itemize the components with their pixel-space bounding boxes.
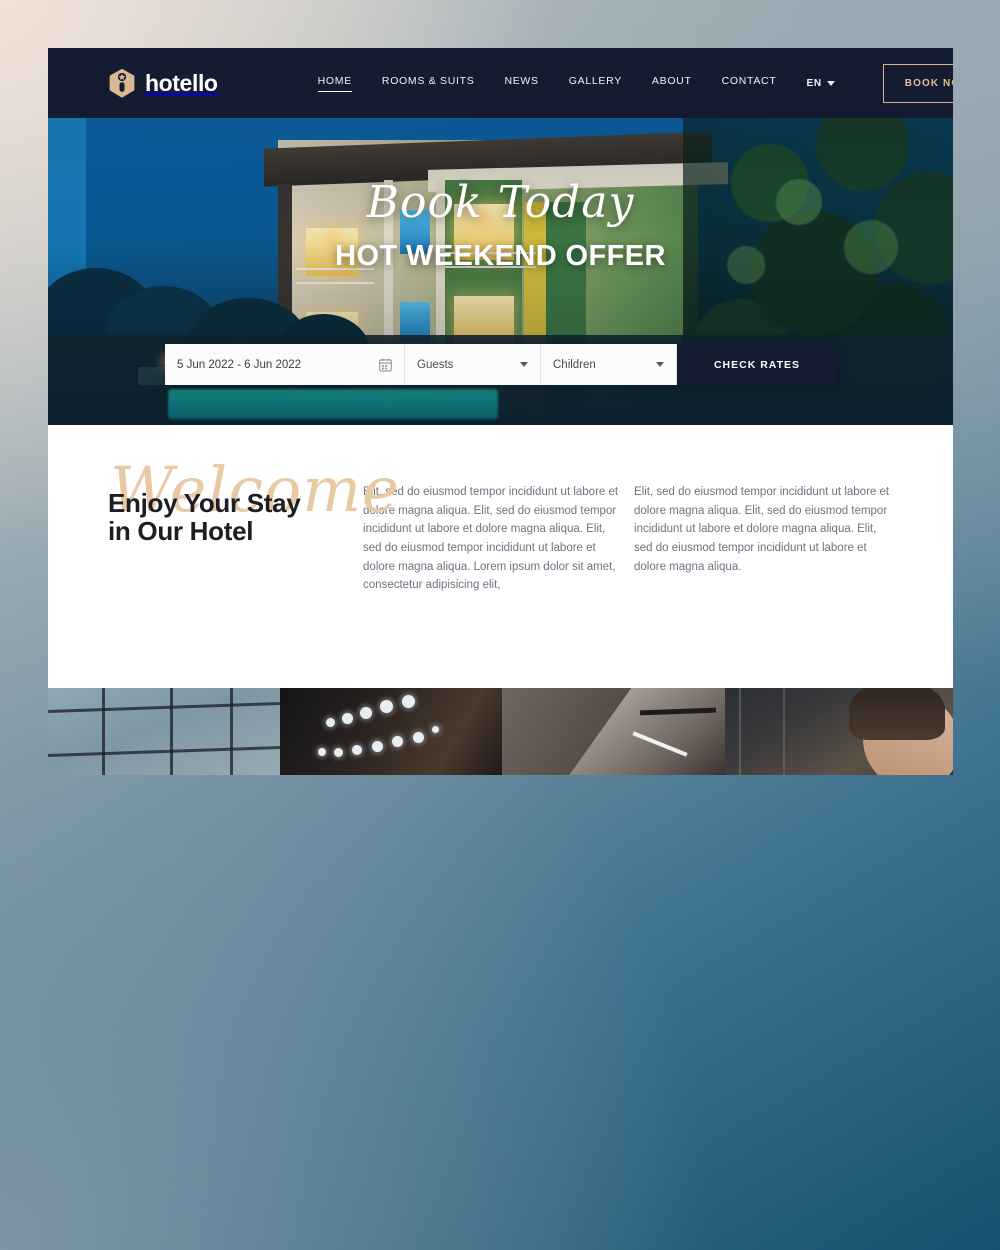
date-range-value: 5 Jun 2022 - 6 Jun 2022 [177, 358, 302, 371]
hero-title: HOT WEEKEND OFFER [335, 240, 666, 273]
welcome-paragraph-1: Elit, sed do eiusmod tempor incididunt u… [363, 486, 619, 592]
language-switcher[interactable]: EN [806, 77, 835, 89]
nav-item-rooms-suits[interactable]: ROOMS & SUITS [382, 75, 475, 92]
nav-item-home[interactable]: HOME [317, 75, 352, 92]
brand-name: hotello [145, 69, 218, 96]
book-now-button[interactable]: BOOK NOW [882, 63, 953, 103]
date-range-field[interactable]: 5 Jun 2022 - 6 Jun 2022 [165, 344, 405, 385]
gallery-item-lounge-lights[interactable] [280, 688, 502, 775]
children-value: Children [553, 358, 596, 371]
language-label: EN [806, 77, 822, 89]
gallery-item-woman-portrait[interactable] [725, 688, 953, 775]
site-header: hotello HOME ROOMS & SUITS NEWS GALLERY … [48, 48, 953, 118]
nav-item-gallery[interactable]: GALLERY [569, 75, 622, 92]
welcome-heading-line2: in Our Hotel [108, 516, 254, 547]
guests-select[interactable]: Guests [405, 344, 541, 385]
welcome-heading-line1: Enjoy Your Stay [108, 488, 301, 518]
welcome-paragraph-2: Elit, sed do eiusmod tempor incididunt u… [634, 486, 890, 573]
booking-bar: 5 Jun 2022 - 6 Jun 2022 Guests Children … [165, 344, 837, 385]
main-nav: HOME ROOMS & SUITS NEWS GALLERY ABOUT CO… [317, 75, 777, 92]
welcome-section: Welcome Enjoy Your Stay in Our Hotel Eli… [48, 425, 953, 688]
nav-item-contact[interactable]: CONTACT [722, 75, 777, 92]
nav-item-about[interactable]: ABOUT [652, 75, 692, 92]
hero-script-line: Book Today [366, 177, 635, 228]
welcome-heading: Enjoy Your Stay in Our Hotel [108, 489, 363, 545]
brand-logo[interactable]: hotello [108, 68, 218, 99]
chevron-down-icon [520, 362, 528, 367]
children-select[interactable]: Children [541, 344, 677, 385]
check-rates-button[interactable]: CHECK RATES [677, 344, 837, 385]
calendar-icon [379, 358, 392, 372]
welcome-heading-block: Welcome Enjoy Your Stay in Our Hotel [108, 453, 399, 595]
gallery-strip [48, 688, 953, 775]
hero-copy: Book Today HOT WEEKEND OFFER [48, 177, 953, 273]
hero-section: Book Today HOT WEEKEND OFFER 5 Jun 2022 … [48, 118, 953, 425]
guests-value: Guests [417, 358, 454, 371]
hexagon-star-logo-icon [108, 68, 136, 99]
gallery-item-glass-facade[interactable] [48, 688, 280, 775]
gallery-item-modern-staircase[interactable] [502, 688, 725, 775]
chevron-down-icon [656, 362, 664, 367]
website-frame: hotello HOME ROOMS & SUITS NEWS GALLERY … [48, 48, 953, 775]
chevron-down-icon [826, 80, 835, 86]
nav-item-news[interactable]: NEWS [504, 75, 538, 92]
